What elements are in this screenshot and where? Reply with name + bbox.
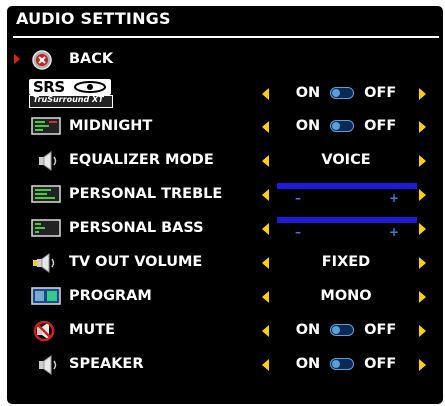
slider-minus: – [295,191,301,205]
program-icon [31,286,65,308]
program-value: MONO [320,288,372,304]
left-arrow-icon[interactable] [262,257,269,269]
srs-on-off-toggle[interactable]: ON OFF [275,85,417,101]
srs-trusurround-logo: SRS TruSurround XT [29,78,113,108]
left-arrow-icon[interactable] [262,325,269,337]
srs-logo-subtext: TruSurround XT [33,95,104,104]
slider-bar [277,183,417,189]
midnight-on-off-toggle[interactable]: ON OFF [275,118,417,134]
left-arrow-icon[interactable] [262,359,269,371]
right-arrow-icon[interactable] [419,257,426,269]
mute-label: MUTE [69,322,115,338]
equalizer-mode-value: VOICE [321,152,371,168]
equalizer-mode-label: EQUALIZER MODE [69,152,214,168]
off-label: OFF [364,118,397,134]
title-divider [13,36,439,38]
toggle-switch-icon [330,358,355,370]
toggle-switch-icon [330,120,355,132]
speaker-icon [31,150,65,172]
mute-icon [31,320,65,342]
speaker-label: SPEAKER [69,356,144,372]
left-arrow-icon[interactable] [262,223,269,235]
menu-item-mute[interactable]: MUTE ON OFF [7,316,443,346]
mute-on-off-toggle[interactable]: ON OFF [275,322,417,338]
personal-treble-label: PERSONAL TREBLE [69,186,223,202]
slider-minus: – [295,225,301,239]
toggle-switch-icon [330,324,355,336]
back-label: BACK [69,51,114,67]
menu-item-equalizer-mode[interactable]: EQUALIZER MODE VOICE [7,146,443,176]
treble-slider[interactable]: – + [277,183,417,205]
audio-settings-menu: AUDIO SETTINGS BACK SRS TruSurround XT O… [7,6,443,404]
personal-bass-label: PERSONAL BASS [69,220,204,236]
left-arrow-icon[interactable] [262,291,269,303]
on-label: ON [295,322,321,338]
left-arrow-icon[interactable] [262,189,269,201]
menu-item-program[interactable]: PROGRAM MONO [7,282,443,312]
slider-plus: + [388,225,399,239]
left-arrow-icon[interactable] [262,155,269,167]
right-arrow-icon[interactable] [419,121,426,133]
tv-out-volume-icon [31,252,65,274]
speaker-icon [31,354,65,376]
right-arrow-icon[interactable] [419,291,426,303]
off-label: OFF [364,85,397,101]
menu-title: AUDIO SETTINGS [16,9,171,28]
on-label: ON [295,85,321,101]
selection-pointer-icon [14,54,20,64]
program-label: PROGRAM [69,288,152,304]
menu-item-speaker[interactable]: SPEAKER ON OFF [7,350,443,380]
right-arrow-icon[interactable] [419,155,426,167]
on-label: ON [295,118,321,134]
treble-icon [31,184,65,206]
srs-logo-text: SRS [33,78,65,96]
on-label: ON [295,356,321,372]
slider-plus: + [388,191,399,205]
menu-item-back[interactable]: BACK [7,45,443,75]
tv-out-volume-value: FIXED [321,254,371,270]
menu-item-srs[interactable]: SRS TruSurround XT ON OFF [7,78,443,109]
slider-bar [277,217,417,223]
bass-slider[interactable]: – + [277,217,417,239]
tv-out-volume-label: TV OUT VOLUME [69,254,203,270]
speaker-on-off-toggle[interactable]: ON OFF [275,356,417,372]
midnight-label: MIDNIGHT [69,118,153,134]
toggle-switch-icon [330,87,355,99]
back-icon [31,49,65,71]
left-arrow-icon[interactable] [262,121,269,133]
off-label: OFF [364,356,397,372]
off-label: OFF [364,322,397,338]
menu-item-midnight[interactable]: MIDNIGHT ON OFF [7,112,443,142]
right-arrow-icon[interactable] [419,88,426,100]
right-arrow-icon[interactable] [419,223,426,235]
menu-item-personal-treble[interactable]: PERSONAL TREBLE – + [7,180,443,210]
menu-item-tv-out-volume[interactable]: TV OUT VOLUME FIXED [7,248,443,278]
midnight-icon [31,116,65,138]
right-arrow-icon[interactable] [419,359,426,371]
right-arrow-icon[interactable] [419,325,426,337]
bass-icon [31,218,65,240]
right-arrow-icon[interactable] [419,189,426,201]
left-arrow-icon[interactable] [262,88,269,100]
menu-item-personal-bass[interactable]: PERSONAL BASS – + [7,214,443,244]
